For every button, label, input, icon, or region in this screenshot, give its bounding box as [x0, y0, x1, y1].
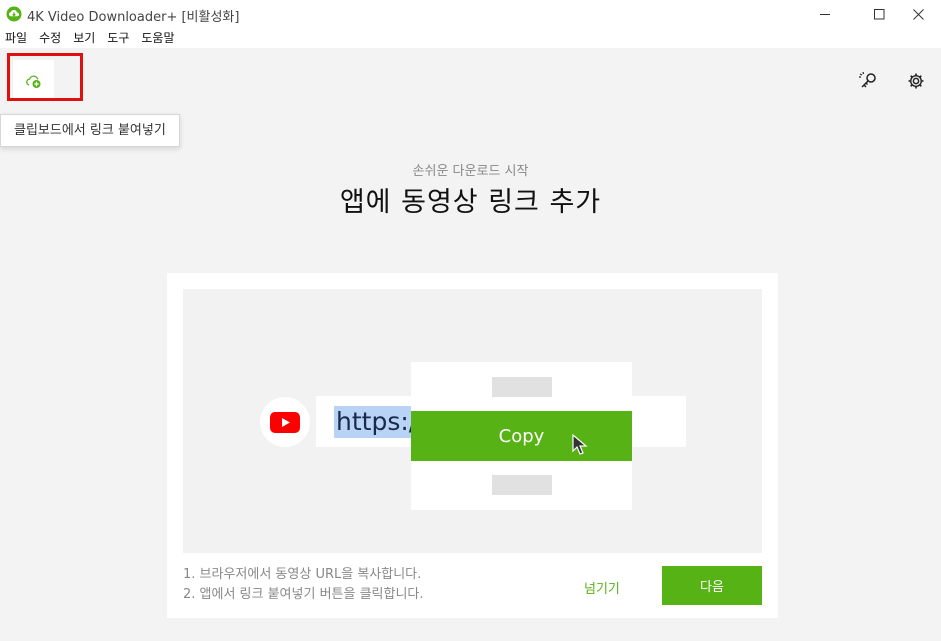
onboarding-subtitle: 손쉬운 다운로드 시작 — [412, 164, 529, 179]
menu-file[interactable]: 파일 — [0, 28, 33, 48]
app-logo-icon — [6, 6, 22, 22]
next-button[interactable]: 다음 — [662, 566, 762, 605]
context-menu-item-placeholder — [492, 377, 552, 397]
menu-bar: 파일 수정 보기 도구 도움말 — [0, 28, 941, 48]
mouse-cursor-icon — [572, 434, 588, 455]
paste-tooltip: 클립보드에서 링크 붙여넣기 — [0, 114, 180, 147]
close-button[interactable] — [895, 0, 941, 28]
youtube-badge — [260, 397, 310, 447]
menu-tools[interactable]: 도구 — [101, 28, 135, 48]
menu-edit[interactable]: 수정 — [33, 28, 67, 48]
menu-view[interactable]: 보기 — [67, 28, 101, 48]
instruction-steps: 1. 브라우저에서 동영상 URL을 복사합니다. 2. 앱에서 링크 붙여넣기… — [183, 565, 424, 605]
instruction-step-1: 1. 브라우저에서 동영상 URL을 복사합니다. — [183, 567, 422, 582]
onboarding-card: https:/om Copy 1. 브라우저에서 동영상 URL을 복사합니다.… — [167, 273, 778, 618]
skip-button[interactable]: 넘기기 — [584, 578, 620, 597]
minimize-button[interactable] — [802, 0, 848, 28]
highlight-box — [7, 53, 83, 101]
license-key-button[interactable] — [857, 70, 879, 92]
url-start: https:/ — [336, 407, 418, 436]
maximize-icon — [873, 8, 884, 19]
context-menu: Copy — [411, 362, 632, 510]
title-bar: 4K Video Downloader+ [비활성화] — [0, 0, 941, 28]
instruction-step-2: 2. 앱에서 링크 붙여넣기 버튼을 클릭합니다. — [183, 587, 424, 602]
close-icon — [912, 8, 924, 20]
youtube-icon — [270, 411, 300, 433]
menu-help[interactable]: 도움말 — [135, 28, 180, 48]
key-icon — [859, 71, 876, 88]
window-title: 4K Video Downloader+ [비활성화] — [27, 10, 240, 25]
demo-illustration: https:/om Copy — [183, 289, 762, 553]
gear-icon — [908, 73, 924, 89]
copy-menu-item: Copy — [411, 411, 632, 461]
onboarding-title: 앱에 동영상 링크 추가 — [339, 187, 602, 218]
context-menu-item-placeholder — [492, 475, 552, 495]
minimize-icon — [819, 13, 830, 15]
settings-button[interactable] — [905, 70, 927, 92]
